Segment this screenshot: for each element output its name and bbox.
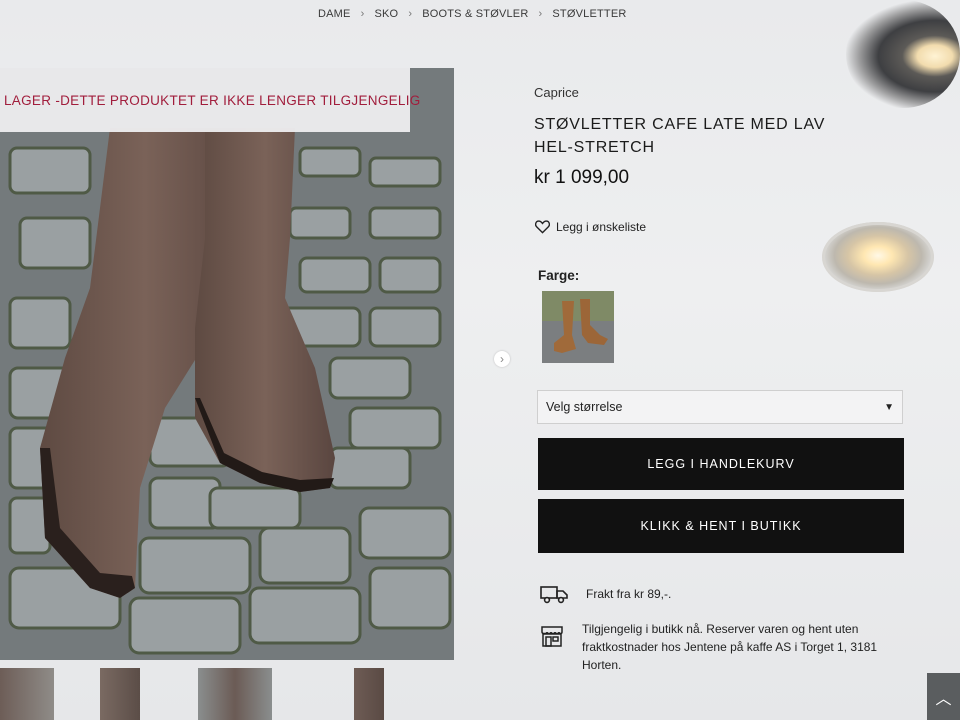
breadcrumb-item-dame[interactable]: DAME xyxy=(318,8,351,20)
light-reflection-top xyxy=(846,0,960,108)
add-to-cart-label: LEGG I HANDLEKURV xyxy=(647,457,795,471)
click-collect-button[interactable]: KLIKK & HENT I BUTIKK xyxy=(538,499,904,553)
swatch-photo xyxy=(542,291,614,363)
cobblestone-photo xyxy=(0,68,454,660)
thumbnail-image[interactable] xyxy=(198,668,272,720)
wishlist-button[interactable]: Legg i ønskeliste xyxy=(534,219,646,234)
thumbnail-strip xyxy=(0,668,454,720)
product-main-image[interactable] xyxy=(0,68,454,660)
shipping-text: Frakt fra kr 89,-. xyxy=(586,587,672,601)
product-title: STØVLETTER CAFE LATE MED LAV HEL-STRETCH xyxy=(534,116,826,156)
color-swatch[interactable] xyxy=(542,291,614,363)
wishlist-label: Legg i ønskeliste xyxy=(556,219,647,234)
size-select-value: Velg størrelse xyxy=(546,400,623,414)
chevron-right-icon: › xyxy=(538,8,543,20)
thumbnail-image[interactable] xyxy=(100,668,140,720)
chevron-right-icon: › xyxy=(360,8,365,20)
store-icon xyxy=(541,626,563,647)
chevron-up-icon: ︿ xyxy=(935,690,952,708)
thumbnail-image[interactable] xyxy=(0,668,54,720)
store-text: Tilgjengelig i butikk nå. Reserver varen… xyxy=(582,622,878,672)
add-to-cart-button[interactable]: LEGG I HANDLEKURV xyxy=(538,438,904,490)
store-availability: Tilgjengelig i butikk nå. Reserver varen… xyxy=(540,620,902,674)
product-price: kr 1 099,00 xyxy=(534,167,630,188)
color-label: Farge: xyxy=(538,268,580,283)
chevron-right-icon[interactable]: › xyxy=(494,351,510,367)
back-to-top-button[interactable]: ︿ xyxy=(927,673,960,720)
size-select[interactable]: Velg størrelse ▼ xyxy=(537,390,903,424)
breadcrumb-item-sko[interactable]: SKO xyxy=(374,8,398,20)
breadcrumb-item-boots[interactable]: BOOTS & STØVLER xyxy=(422,8,528,20)
light-reflection xyxy=(822,222,934,292)
chevron-right-icon: › xyxy=(408,8,413,20)
breadcrumb: DAME › SKO › BOOTS & STØVLER › STØVLETTE… xyxy=(318,8,627,20)
truck-icon xyxy=(540,586,568,604)
click-collect-label: KLIKK & HENT I BUTIKK xyxy=(640,519,802,533)
out-of-stock-text: LAGER -DETTE PRODUKTET ER IKKE LENGER TI… xyxy=(4,92,421,108)
product-brand[interactable]: Caprice xyxy=(534,85,579,100)
out-of-stock-banner: LAGER -DETTE PRODUKTET ER IKKE LENGER TI… xyxy=(0,68,420,132)
heart-icon xyxy=(534,220,551,234)
breadcrumb-item-stovletter[interactable]: STØVLETTER xyxy=(552,8,626,20)
shipping-info: Frakt fra kr 89,-. xyxy=(540,584,671,604)
caret-down-icon: ▼ xyxy=(884,401,894,413)
thumbnail-image[interactable] xyxy=(354,668,384,720)
